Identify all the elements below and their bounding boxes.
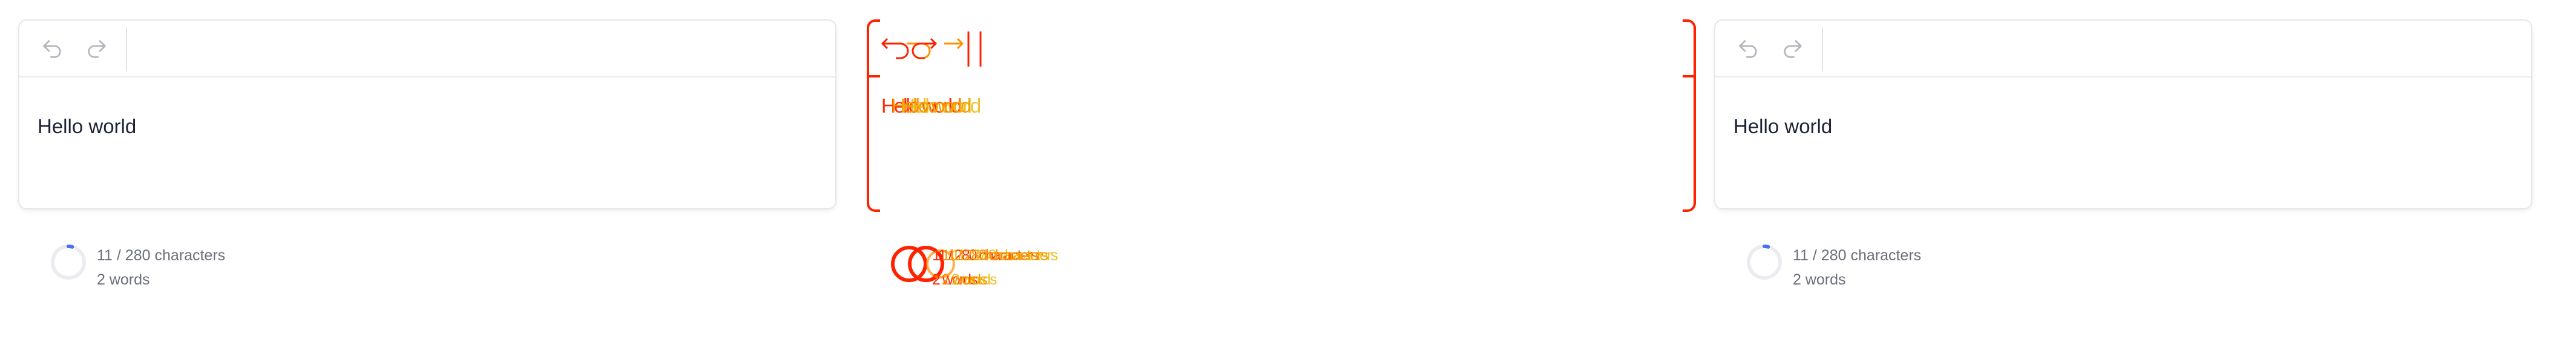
character-counter: 11 / 280 characters 2 words — [48, 242, 412, 291]
overlay-toolbar-icons — [881, 31, 982, 67]
redo-button[interactable] — [80, 34, 114, 64]
rich-text-editor[interactable]: Hello world — [18, 19, 836, 209]
editor-panel-right: Hello world 11 / 280 characters 2 words — [1714, 0, 2552, 339]
editor-content[interactable]: Hello world — [1733, 115, 1832, 138]
word-count: 2 words — [1793, 271, 1846, 288]
screenshot-stage: Hello world 11 / 280 characters 2 words — [0, 0, 2576, 339]
undo-button[interactable] — [1731, 34, 1765, 64]
overlay-frame-right — [1683, 19, 1696, 212]
word-count: 2 words — [97, 271, 150, 288]
editor-panel-left: Hello world 11 / 280 characters 2 words — [18, 0, 856, 339]
editor-panel-overlay: Hello world Hello world Hello world 11 /… — [867, 0, 1704, 339]
overlay-content-yellow: Hello world — [901, 94, 981, 117]
editor-content[interactable]: Hello world — [38, 115, 136, 138]
redo-icon — [88, 40, 106, 58]
toolbar-divider — [1822, 27, 1823, 71]
counter-text: 11 / 280 characters 2 words — [97, 243, 225, 292]
undo-icon — [43, 40, 61, 58]
editor-toolbar — [19, 21, 835, 77]
undo-button[interactable] — [35, 34, 69, 64]
editor-toolbar — [1715, 21, 2531, 77]
overlay-divider-left — [867, 75, 880, 77]
character-counter: 11 / 280 characters 2 words — [1744, 242, 2108, 291]
overlay-divider-right — [1683, 75, 1696, 77]
character-count: 11 / 280 characters — [97, 247, 226, 264]
overlay-word-count-yellow: 2 words — [951, 271, 997, 288]
toolbar-divider — [126, 27, 127, 71]
redo-button[interactable] — [1776, 34, 1810, 64]
character-count: 11 / 280 characters — [1793, 247, 1922, 264]
overlay-counter-yellow: 11 / 280 characters 2 words — [951, 243, 1058, 292]
redo-icon — [1784, 40, 1802, 58]
progress-ring-icon — [51, 245, 86, 280]
rich-text-editor[interactable]: Hello world — [1714, 19, 2532, 209]
undo-icon — [1739, 40, 1757, 58]
progress-ring-icon — [1747, 245, 1782, 280]
counter-text: 11 / 280 characters 2 words — [1793, 243, 1921, 292]
overlay-character-count-yellow: 11 / 280 characters — [951, 247, 1058, 264]
